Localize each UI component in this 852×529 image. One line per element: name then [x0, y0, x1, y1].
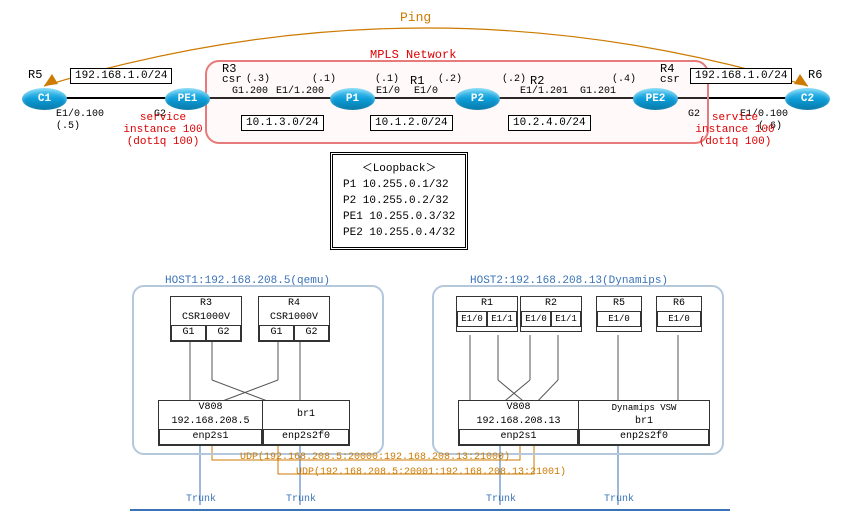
host2-e10d: E1/0: [657, 311, 701, 327]
host1-br1: br1: [263, 401, 349, 429]
loopback-title: ＜Loopback＞: [343, 161, 455, 177]
svc-left-l3: (dot1q 100): [118, 136, 208, 148]
svc-left-l1: service: [118, 112, 208, 124]
host1-r4: R4: [259, 297, 329, 311]
host1-g2b: G2: [294, 325, 329, 341]
svc-right-l3: (dot1q 100): [690, 136, 780, 148]
r5-label: R5: [28, 68, 42, 82]
subnet-13: 10.1.3.0/24: [241, 115, 324, 131]
subnet-12: 10.1.2.0/24: [370, 115, 453, 131]
router-c1: C1: [22, 88, 67, 110]
svc-left-l2: instance 100: [118, 124, 208, 136]
udp2-label: UDP(192.168.208.5:20001:192.168.208.13:2…: [296, 467, 566, 478]
dot5: (.5): [56, 121, 80, 132]
host1-enp2: enp2s2f0: [263, 429, 349, 445]
loopback-l2: P2 10.255.0.2/32: [343, 193, 455, 209]
svc-right-l1: service: [690, 112, 780, 124]
loopback-l4: PE2 10.255.0.4/32: [343, 225, 455, 241]
e10-a: E1/0: [376, 86, 400, 97]
host1-g1a: G1: [171, 325, 206, 341]
udp1-label: UDP(192.168.208.5:20000:192.168.208.13:2…: [240, 452, 510, 463]
host1-r3-box: R3 CSR1000V G1 G2: [170, 296, 242, 342]
host2-e11a: E1/1: [487, 311, 517, 327]
host1-r3-sub: CSR1000V: [171, 311, 241, 325]
csr-left-label: csr: [222, 74, 242, 86]
g1-201: G1.201: [580, 86, 616, 97]
trunk3: Trunk: [486, 494, 516, 505]
router-pe1: PE1: [165, 88, 210, 110]
host2-e10a: E1/0: [457, 311, 487, 327]
router-p2: P2: [455, 88, 500, 110]
host2-sw-row: V808 192.168.208.13 enp2s1 Dynamips VSW …: [458, 400, 710, 446]
svc-left: service instance 100 (dot1q 100): [118, 112, 208, 148]
host1-enp1: enp2s1: [159, 429, 262, 445]
loopback-l3: PE1 10.255.0.3/32: [343, 209, 455, 225]
loopback-l1: P1 10.255.0.1/32: [343, 177, 455, 193]
ping-label: Ping: [400, 10, 431, 25]
host2-v808: V808: [459, 401, 578, 415]
host1-sw-row: V808 192.168.208.5 enp2s1 br1 enp2s2f0: [158, 400, 350, 446]
host2-br1: br1: [579, 415, 709, 429]
e11-200: E1/1.200: [276, 86, 324, 97]
host2-e10c: E1/0: [597, 311, 641, 327]
svc-right: service instance 100 (dot1q 100): [690, 112, 780, 148]
router-c2: C2: [785, 88, 830, 110]
host1-r3: R3: [171, 297, 241, 311]
e10-100-l: E1/0.100: [56, 109, 104, 120]
host1-g1b: G1: [259, 325, 294, 341]
host2-r2-box: R2 E1/0 E1/1: [520, 296, 582, 332]
dot4: (.4): [612, 74, 636, 85]
mpls-label: MPLS Network: [370, 48, 456, 62]
trunk1: Trunk: [186, 494, 216, 505]
host2-enp2: enp2s2f0: [579, 429, 709, 445]
dot3: (.3): [246, 74, 270, 85]
host2-r2: R2: [521, 297, 581, 311]
host2-r6-box: R6 E1/0: [656, 296, 702, 332]
host2-r1: R1: [457, 297, 517, 311]
subnet-left: 192.168.1.0/24: [70, 68, 172, 84]
host1-ip: 192.168.208.5: [159, 415, 262, 429]
host2-enp1: enp2s1: [459, 429, 578, 445]
r6-label: R6: [808, 68, 822, 82]
dot1a: (.1): [312, 74, 336, 85]
host1-v808: V808: [159, 401, 262, 415]
host2-e10b: E1/0: [521, 311, 551, 327]
dot2a: (.2): [438, 74, 462, 85]
dot2b: (.2): [502, 74, 526, 85]
trunk4: Trunk: [604, 494, 634, 505]
host2-r5-box: R5 E1/0: [596, 296, 642, 332]
dot1b: (.1): [375, 74, 399, 85]
subnet-24: 10.2.4.0/24: [508, 115, 591, 131]
g1-200: G1.200: [232, 86, 268, 97]
router-p1: P1: [330, 88, 375, 110]
host2-r5: R5: [597, 297, 641, 311]
host2-r6: R6: [657, 297, 701, 311]
e11-201: E1/1.201: [520, 86, 568, 97]
host2-ip: 192.168.208.13: [459, 415, 578, 429]
host2-e11b: E1/1: [551, 311, 581, 327]
loopback-box: ＜Loopback＞ P1 10.255.0.1/32 P2 10.255.0.…: [330, 152, 468, 250]
trunk2: Trunk: [286, 494, 316, 505]
subnet-right: 192.168.1.0/24: [690, 68, 792, 84]
e10-b: E1/0: [414, 86, 438, 97]
router-pe2: PE2: [633, 88, 678, 110]
svc-right-l2: instance 100: [690, 124, 780, 136]
csr-right-label: csr: [660, 74, 680, 86]
host1-r4-box: R4 CSR1000V G1 G2: [258, 296, 330, 342]
host1-r4-sub: CSR1000V: [259, 311, 329, 325]
host2-r1-box: R1 E1/0 E1/1: [456, 296, 518, 332]
host1-g2a: G2: [206, 325, 241, 341]
host2-dvsw: Dynamips VSW: [579, 401, 709, 415]
